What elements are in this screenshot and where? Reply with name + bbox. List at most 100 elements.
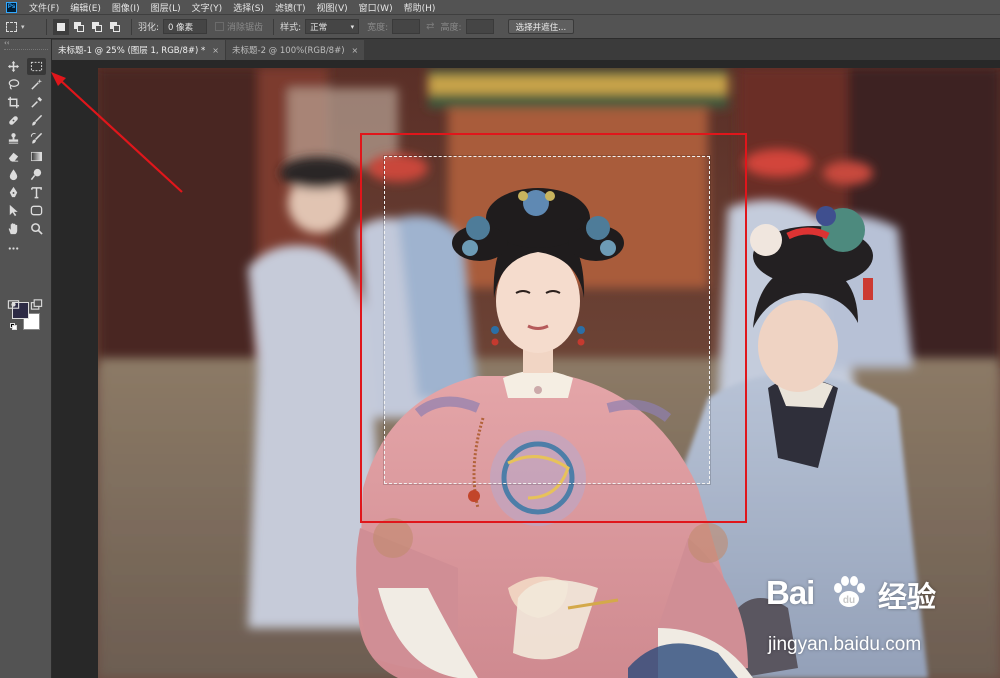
bandage-icon (9, 116, 18, 125)
divider (273, 18, 275, 35)
rectangular-marquee-icon (6, 21, 17, 32)
arrow-cursor-icon (9, 204, 18, 217)
new-selection-icon (57, 22, 65, 31)
rectangular-marquee-icon (30, 61, 43, 72)
photoshop-logo-icon: Ps (6, 1, 17, 13)
crop-tool[interactable] (4, 94, 23, 111)
watermark-logo-text: Bai (766, 574, 815, 611)
clone-stamp-tool[interactable] (4, 130, 23, 147)
subtract-selection-icon (92, 21, 102, 32)
rounded-rectangle-icon (30, 205, 43, 216)
dodge-icon (30, 168, 42, 181)
add-to-selection-button[interactable] (71, 19, 87, 35)
tab-document-1[interactable]: 未标题-1 @ 25% (图层 1, RGB/8#) * × (52, 40, 225, 60)
antialias-label: 消除锯齿 (227, 23, 264, 33)
collapse-panel-icon[interactable]: ‹‹ (4, 39, 10, 47)
lasso-tool[interactable] (4, 76, 23, 93)
type-tool[interactable] (27, 184, 46, 201)
screen-mode-icon (30, 299, 43, 310)
dodge-tool[interactable] (27, 166, 46, 183)
style-select-value: 正常 (310, 22, 328, 33)
chevron-down-icon: ▾ (21, 22, 25, 31)
paw-icon: du (834, 576, 865, 607)
width-label: 宽度: (367, 23, 389, 33)
stamp-icon (8, 133, 19, 144)
magic-wand-icon (31, 78, 43, 90)
gradient-tool[interactable] (27, 148, 46, 165)
quick-mask-button[interactable] (4, 296, 23, 313)
subtract-from-selection-button[interactable] (89, 19, 105, 35)
menu-view[interactable]: 视图(V) (316, 1, 347, 14)
eraser-icon (8, 152, 19, 162)
menu-help[interactable]: 帮助(H) (404, 1, 436, 14)
select-and-mask-button[interactable]: 选择并遮住... (507, 19, 575, 34)
new-selection-button[interactable] (53, 18, 69, 35)
menu-window[interactable]: 窗口(W) (359, 1, 393, 14)
zoom-icon (31, 223, 43, 235)
feather-input[interactable]: 0 像素 (163, 19, 208, 34)
svg-text:du: du (843, 595, 855, 606)
watermark-logo-cn: 经验 (878, 580, 937, 614)
magic-wand-tool[interactable] (27, 76, 46, 93)
history-brush-tool[interactable] (27, 130, 46, 147)
selection-marquee[interactable] (384, 156, 710, 484)
default-colors-icon[interactable] (10, 323, 17, 330)
panel-grip[interactable] (4, 49, 48, 51)
brush-tool[interactable] (27, 112, 46, 129)
menu-image[interactable]: 图像(I) (112, 1, 140, 14)
options-bar: ▾ 羽化: 0 像素 消除锯齿 样式: 正常 ▾ 宽度: ⇄ 高度: 选择并遮住… (0, 14, 1000, 39)
shape-tool[interactable] (27, 202, 46, 219)
style-select[interactable]: 正常 ▾ (305, 19, 360, 34)
pen-tool[interactable] (4, 184, 23, 201)
height-input[interactable] (465, 19, 494, 34)
antialias-checkbox[interactable] (215, 22, 225, 31)
blur-tool[interactable] (4, 166, 23, 183)
lasso-icon (8, 79, 20, 90)
eyedropper-icon (31, 96, 43, 108)
add-selection-icon (74, 21, 84, 32)
swap-width-height-icon[interactable]: ⇄ (426, 21, 434, 32)
history-brush-icon (30, 132, 43, 144)
menu-layer[interactable]: 图层(L) (151, 1, 181, 14)
quick-mask-icon (7, 300, 20, 309)
type-icon (31, 187, 42, 199)
gradient-icon (31, 151, 42, 162)
eyedropper-tool[interactable] (27, 94, 46, 111)
crop-icon (7, 96, 20, 109)
move-tool[interactable] (4, 58, 23, 75)
chevron-down-icon: ▾ (350, 22, 355, 31)
menu-edit[interactable]: 编辑(E) (70, 1, 101, 14)
healing-brush-tool[interactable] (4, 112, 23, 129)
menu-filter[interactable]: 滤镜(T) (275, 1, 306, 14)
baidu-jingyan-watermark: Bai du 经验 jingyan.baidu.com (766, 574, 996, 674)
hand-tool[interactable] (4, 220, 23, 237)
divider (131, 18, 132, 35)
close-icon[interactable]: × (352, 46, 359, 55)
tool-preset-picker[interactable]: ▾ (6, 19, 40, 35)
document-tab-bar: 未标题-1 @ 25% (图层 1, RGB/8#) * × 未标题-2 @ 1… (52, 39, 1000, 60)
hand-icon (8, 223, 18, 235)
canvas-workspace[interactable]: Bai du 经验 jingyan.baidu.com (52, 60, 1000, 678)
tab-document-2[interactable]: 未标题-2 @ 100%(RGB/8#) × (226, 40, 365, 60)
path-selection-tool[interactable] (4, 202, 23, 219)
screen-mode-button[interactable] (27, 296, 46, 313)
menu-select[interactable]: 选择(S) (233, 1, 264, 14)
tab-label: 未标题-2 @ 100%(RGB/8#) (232, 46, 345, 56)
eraser-tool[interactable] (4, 148, 23, 165)
menu-file[interactable]: 文件(F) (29, 1, 59, 14)
more-tools-button[interactable] (4, 240, 23, 257)
intersect-selection-icon (110, 21, 120, 32)
menu-type[interactable]: 文字(Y) (192, 1, 223, 14)
tab-label: 未标题-1 @ 25% (图层 1, RGB/8#) * (58, 46, 206, 56)
close-icon[interactable]: × (212, 46, 219, 55)
intersect-selection-button[interactable] (107, 19, 123, 35)
zoom-tool[interactable] (27, 220, 46, 237)
width-input[interactable] (392, 19, 421, 34)
move-icon (7, 60, 20, 73)
divider (46, 18, 47, 35)
pen-icon (9, 186, 18, 198)
tools-panel: ‹‹ (0, 39, 52, 678)
menu-bar: Ps 文件(F) 编辑(E) 图像(I) 图层(L) 文字(Y) 选择(S) 滤… (0, 0, 1000, 14)
drop-icon (9, 169, 18, 181)
rectangular-marquee-tool[interactable] (27, 58, 46, 75)
